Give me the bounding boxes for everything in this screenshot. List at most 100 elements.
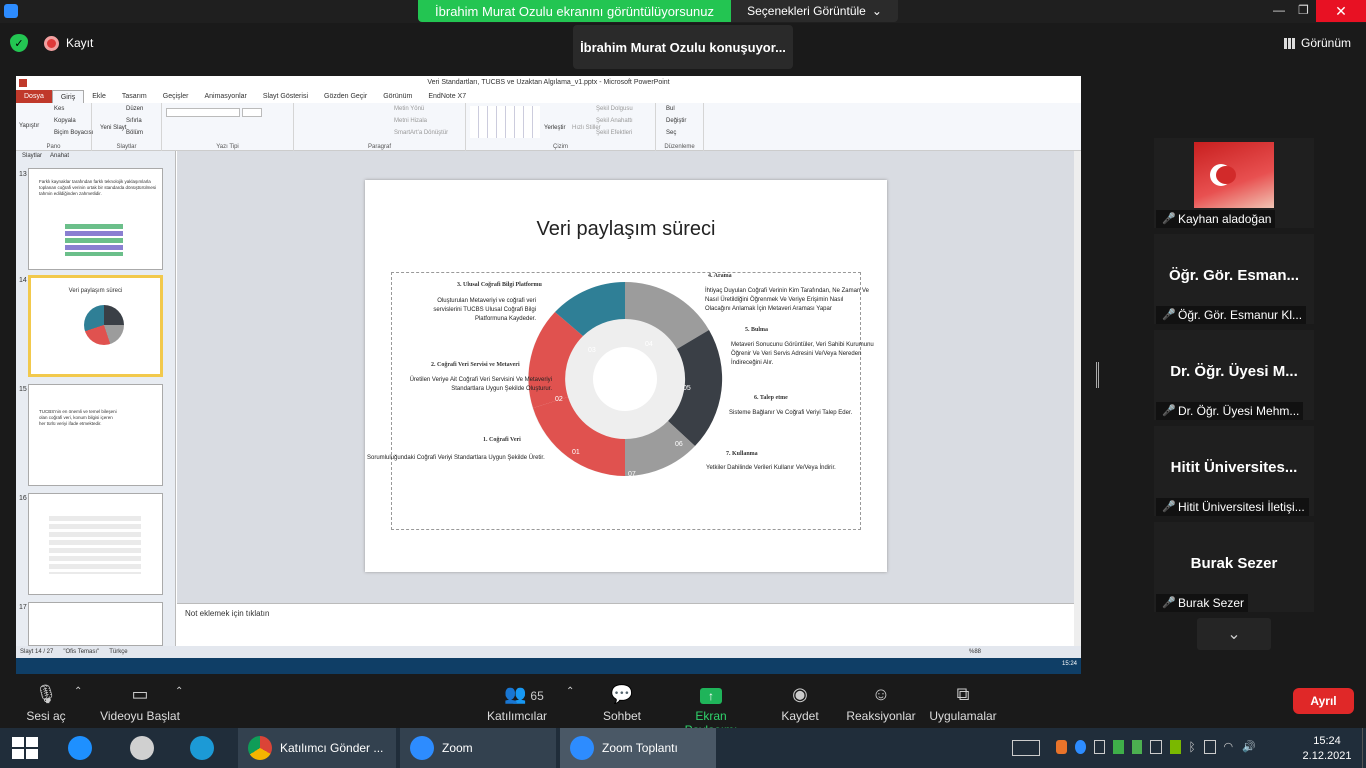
participants-chevron-icon[interactable]: ⌃ [566, 686, 574, 697]
shield-icon[interactable]: ✓ [10, 34, 28, 52]
replace-button[interactable]: Değiştir [666, 118, 686, 124]
volume-icon[interactable]: 🔊 [1242, 740, 1256, 754]
crescent-cut [1216, 166, 1236, 184]
thumb-text: TUCBS'nin en önemli ve temel bileşeni ol… [39, 409, 117, 426]
slides-label: Slaytlar [116, 144, 137, 150]
participant-name: Öğr. Gör. Esman... [1168, 267, 1300, 284]
maximize-icon[interactable]: ❐ [1298, 3, 1309, 17]
tray-icon[interactable] [1056, 740, 1067, 754]
new-slide-button[interactable]: Yeni Slayt [100, 125, 126, 131]
tab-home[interactable]: Giriş [51, 90, 85, 103]
tray-icon[interactable] [1150, 740, 1162, 754]
tab-insert[interactable]: Ekle [84, 90, 114, 103]
align-text-button[interactable]: Metni Hizala [394, 118, 427, 124]
participant-tile[interactable]: 🎤 Kayhan aladoğan [1154, 138, 1314, 228]
record-button[interactable]: ◉ Kaydet [780, 684, 820, 723]
step-heading: 2. Coğrafi Veri Servisi ve Metaveri [431, 362, 520, 368]
view-options-button[interactable]: Seçenekleri Görüntüle ⌄ [731, 0, 898, 22]
start-video-button[interactable]: ▭ Videoyu Başlat [100, 684, 180, 723]
shapes-gallery[interactable] [470, 106, 540, 138]
slide-thumbnail[interactable]: Farklı kaynaklar tarafından farklı tekno… [28, 168, 163, 270]
apps-button[interactable]: ⧉ Uygulamalar [928, 684, 998, 723]
tab-endnote[interactable]: EndNote X7 [420, 90, 474, 103]
minimize-icon[interactable]: — [1273, 3, 1285, 17]
reactions-button[interactable]: ☺ Reaksiyonlar [846, 684, 916, 723]
slide-thumbnail-selected[interactable]: Veri paylaşım süreci [28, 275, 163, 377]
system-clock[interactable]: 15:24 2.12.2021 [1292, 734, 1362, 764]
edge-icon[interactable] [190, 736, 214, 760]
text-direction-button[interactable]: Metin Yönü [394, 106, 424, 112]
unmute-button[interactable]: 🎙 Sesi aç [22, 684, 70, 723]
close-icon[interactable]: ✕ [1316, 0, 1366, 22]
keyboard-icon[interactable] [1012, 740, 1040, 756]
windows-start-icon[interactable] [12, 737, 38, 759]
battery-icon[interactable] [1204, 740, 1216, 754]
participant-tile[interactable]: Burak Sezer 🎤 Burak Sezer [1154, 522, 1314, 612]
video-options-chevron-icon[interactable]: ⌃ [175, 686, 183, 697]
font-size-select[interactable] [242, 108, 262, 117]
tab-outline[interactable]: Anahat [50, 151, 69, 162]
layout-button[interactable]: Düzen [126, 106, 143, 112]
record-label[interactable]: Kayıt [66, 36, 93, 50]
tab-file[interactable]: Dosya [16, 90, 52, 103]
wifi-icon[interactable]: ◠ [1224, 740, 1235, 754]
tab-design[interactable]: Tasarım [114, 90, 155, 103]
tab-slides[interactable]: Slaytlar [22, 151, 42, 162]
bluetooth-icon[interactable]: ᛒ [1189, 740, 1197, 754]
shape-fill-button[interactable]: Şekil Dolgusu [596, 106, 633, 112]
splitter-handle[interactable] [1096, 362, 1099, 388]
find-button[interactable]: Bul [666, 106, 675, 112]
zoom-icon [570, 736, 594, 760]
shape-outline-button[interactable]: Şekil Anahattı [596, 118, 633, 124]
pane-tabs: Slaytlar Anahat [16, 151, 176, 162]
tray-zoom-icon[interactable] [1074, 740, 1086, 754]
show-desktop-button[interactable] [1362, 728, 1366, 768]
zoom-level[interactable]: %88 [969, 646, 981, 658]
font-name-select[interactable] [166, 108, 240, 117]
taskbar-app-zoom-meeting[interactable]: Zoom Toplantı [560, 728, 716, 768]
taskbar-app-zoom[interactable]: Zoom [400, 728, 556, 768]
slide-thumbnail[interactable]: TUCBS'nin en önemli ve temel bileşeni ol… [28, 384, 163, 486]
snipping-tool-icon[interactable] [130, 736, 154, 760]
ie-icon[interactable] [68, 736, 92, 760]
ppt-app-icon [19, 79, 27, 87]
participant-tile[interactable]: Dr. Öğr. Üyesi M... 🎤 Dr. Öğr. Üyesi Mehm… [1154, 330, 1314, 420]
tray-icon[interactable] [1131, 740, 1143, 754]
leave-button[interactable]: Ayrıl [1293, 688, 1354, 714]
vertical-scrollbar[interactable] [1074, 151, 1081, 646]
audio-options-chevron-icon[interactable]: ⌃ [74, 686, 82, 697]
slide-thumbnail[interactable] [28, 493, 163, 595]
tab-review[interactable]: Gözden Geçir [316, 90, 375, 103]
notes-pane[interactable]: Not eklemek için tıklatın [177, 603, 1074, 646]
step-heading: 3. Ulusal Coğrafi Bilgi Platformu [457, 282, 542, 288]
thumb-number: 15 [19, 386, 27, 393]
tab-animations[interactable]: Animasyonlar [196, 90, 254, 103]
taskbar-app-chrome[interactable]: Katılımcı Gönder ... [238, 728, 396, 768]
nvidia-icon[interactable] [1169, 740, 1181, 754]
select-button[interactable]: Seç [666, 130, 676, 136]
current-slide[interactable]: Veri paylaşım süreci 01 02 03 04 05 06 0… [365, 180, 887, 572]
paste-button[interactable]: Yapıştır [19, 123, 39, 129]
chat-button[interactable]: 💬 Sohbet [600, 684, 644, 723]
shape-effects-button[interactable]: Şekil Efektleri [596, 130, 632, 136]
participant-tile[interactable]: Hitit Üniversites... 🎤 Hitit Üniversitesi… [1154, 426, 1314, 516]
smartart-button[interactable]: SmartArt'a Dönüştür [394, 130, 448, 136]
format-painter-button[interactable]: Biçim Boyacısı [54, 130, 93, 136]
participants-button[interactable]: 👥 65 Katılımcılar [486, 684, 548, 723]
tab-slideshow[interactable]: Slayt Gösterisi [255, 90, 316, 103]
tab-view[interactable]: Görünüm [375, 90, 420, 103]
participant-tile[interactable]: Öğr. Gör. Esman... 🎤 Öğr. Gör. Esmanur Kl… [1154, 234, 1314, 324]
view-button[interactable]: Görünüm [1284, 36, 1351, 50]
arrange-button[interactable]: Yerleştir [544, 125, 565, 131]
slide-title[interactable]: Veri paylaşım süreci [365, 218, 887, 241]
apps-icon: ⧉ [956, 684, 970, 704]
section-button[interactable]: Bölüm [126, 130, 143, 136]
more-participants-chevron-icon[interactable]: ⌄ [1197, 618, 1271, 650]
copy-button[interactable]: Kopyala [54, 118, 76, 124]
slide-thumbnail[interactable] [28, 602, 163, 646]
reset-button[interactable]: Sıfırla [126, 118, 142, 124]
cut-button[interactable]: Kes [54, 106, 64, 112]
tray-icon[interactable] [1093, 740, 1105, 754]
tray-icon[interactable] [1112, 740, 1124, 754]
tab-transitions[interactable]: Geçişler [155, 90, 197, 103]
